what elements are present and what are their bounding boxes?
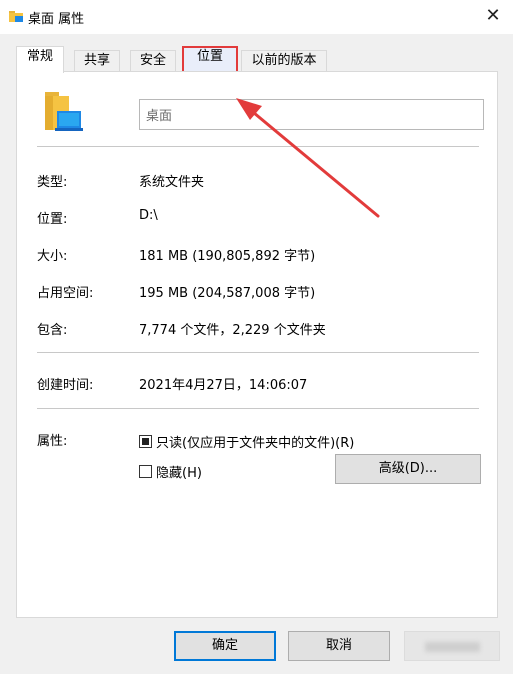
attributes-label: 属性: <box>37 434 68 449</box>
desktop-folder-icon <box>45 92 83 131</box>
blurred-label <box>425 642 480 652</box>
apply-button-obscured[interactable] <box>404 631 500 661</box>
advanced-button[interactable]: 高级(D)... <box>335 454 481 484</box>
close-button[interactable]: ✕ <box>478 2 508 30</box>
type-value: 系统文件夹 <box>139 175 205 190</box>
size-on-disk-value: 195 MB (204,587,008 字节) <box>139 286 316 301</box>
tab-security[interactable]: 安全 <box>130 50 176 72</box>
hidden-checkbox-label: 隐藏(H) <box>156 465 202 481</box>
readonly-checkbox-label: 只读(仅应用于文件夹中的文件)(R) <box>156 435 355 451</box>
tab-general[interactable]: 常规 <box>16 46 64 73</box>
readonly-checkbox-box[interactable] <box>139 434 152 448</box>
size-value: 181 MB (190,805,892 字节) <box>139 249 316 264</box>
general-tab-panel: 类型: 系统文件夹 位置: D:\ 大小: 181 MB (190,805,89… <box>16 71 498 618</box>
tab-location[interactable]: 位置 <box>182 46 238 74</box>
created-value: 2021年4月27日，14:06:07 <box>139 378 308 393</box>
hidden-checkbox-box[interactable] <box>139 464 152 478</box>
cancel-button[interactable]: 取消 <box>288 631 390 661</box>
divider <box>37 408 479 409</box>
ok-button[interactable]: 确定 <box>174 631 276 661</box>
window-title: 桌面 属性 <box>28 12 85 27</box>
tab-previous-versions[interactable]: 以前的版本 <box>241 50 327 72</box>
tab-sharing[interactable]: 共享 <box>74 50 120 72</box>
contains-value: 7,774 个文件，2,229 个文件夹 <box>139 323 326 338</box>
folder-name-input[interactable] <box>139 99 484 130</box>
location-label: 位置: <box>37 212 68 227</box>
location-value: D:\ <box>139 208 158 223</box>
hidden-checkbox[interactable]: 隐藏(H) <box>139 462 202 481</box>
divider <box>37 146 479 147</box>
folder-icon <box>9 11 23 22</box>
type-label: 类型: <box>37 175 68 190</box>
divider <box>37 352 479 353</box>
size-on-disk-label: 占用空间: <box>37 286 94 301</box>
contains-label: 包含: <box>37 323 68 338</box>
title-bar: 桌面 属性 ✕ <box>0 0 513 34</box>
size-label: 大小: <box>37 249 68 264</box>
readonly-checkbox[interactable]: 只读(仅应用于文件夹中的文件)(R) <box>139 432 355 451</box>
created-label: 创建时间: <box>37 378 94 393</box>
dialog-body: 常规 共享 安全 位置 以前的版本 类型: 系统文件夹 位置: D:\ 大小: … <box>0 34 513 674</box>
